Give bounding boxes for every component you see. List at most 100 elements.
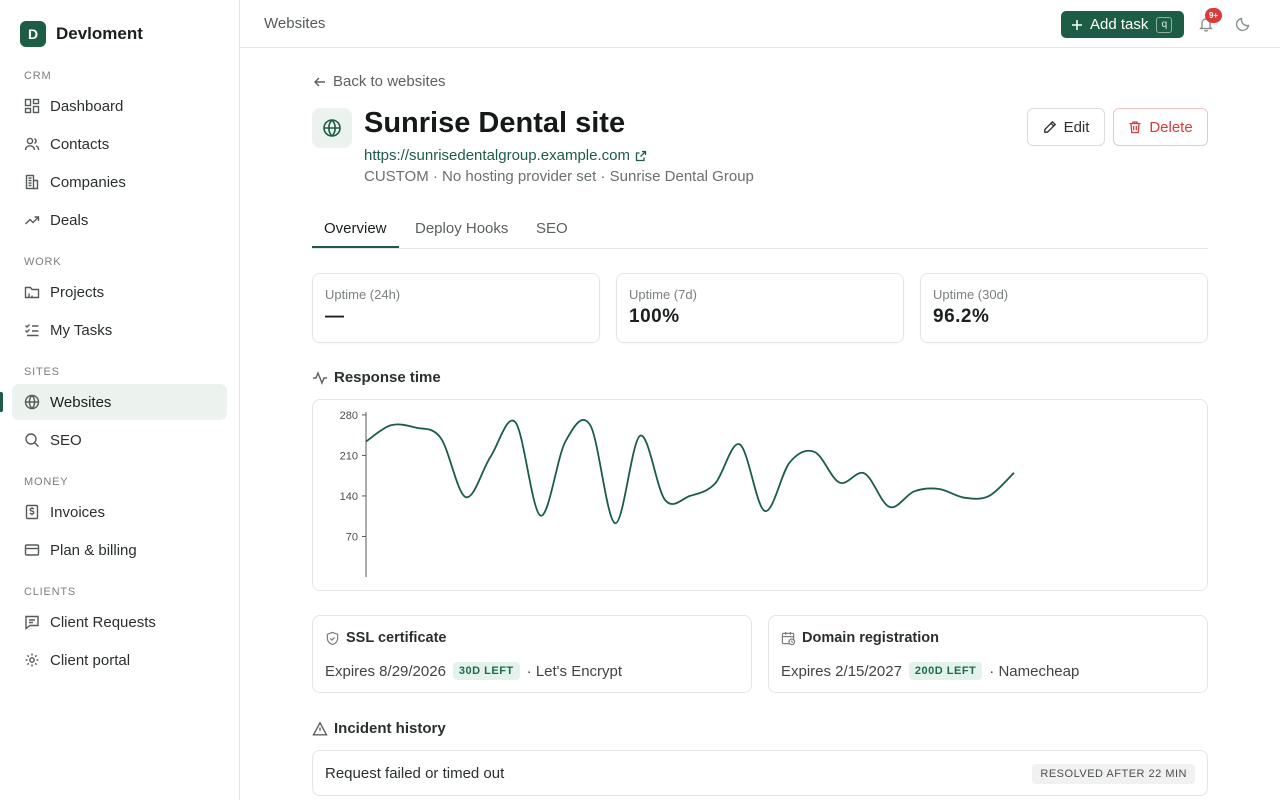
trash-icon — [1129, 121, 1141, 134]
domain-days-left-badge: 200D LEFT — [908, 662, 983, 680]
response-time-title: Response time — [334, 369, 441, 386]
gear-icon — [25, 653, 39, 667]
delete-button-label: Delete — [1149, 118, 1193, 136]
ssl-provider: · Let's Encrypt — [526, 662, 623, 680]
tab-deploy-hooks[interactable]: Deploy Hooks — [415, 220, 508, 237]
domain-card-header: Domain registration — [781, 630, 939, 646]
sidebar-item-label: Companies — [50, 173, 126, 191]
back-to-websites-link[interactable]: Back to websites — [313, 73, 446, 90]
folder-icon — [24, 286, 40, 299]
active-tab-underline — [312, 246, 399, 248]
sidebar-item-label: Projects — [50, 283, 105, 301]
stat-label: Uptime (24h) — [325, 287, 401, 302]
moon-icon[interactable] — [1235, 16, 1251, 32]
tab-overview[interactable]: Overview — [324, 220, 387, 237]
incident-history-heading: Incident history — [312, 720, 446, 737]
site-url-text: https://sunrisedentalgroup.example.com — [364, 147, 630, 164]
sidebar-item-label: Websites — [50, 393, 112, 411]
sidebar-item-invoices[interactable]: Invoices — [12, 494, 227, 530]
stat-value: 96.2% — [933, 306, 990, 327]
y-tick-label: 70 — [346, 531, 358, 543]
incident-row[interactable]: Request failed or timed out RESOLVED AFT… — [312, 750, 1208, 796]
add-task-button[interactable]: Add task q — [1061, 11, 1184, 38]
users-icon — [24, 137, 40, 151]
warning-icon — [312, 720, 328, 735]
tab-bar: Overview Deploy Hooks SEO — [312, 210, 1208, 249]
sidebar-item-my-tasks[interactable]: My Tasks — [12, 312, 227, 348]
sidebar-item-deals[interactable]: Deals — [12, 202, 227, 238]
response-time-series-line — [365, 419, 1015, 525]
sidebar-item-label: Plan & billing — [50, 541, 137, 559]
sidebar-item-plan-billing[interactable]: Plan & billing — [12, 532, 227, 568]
nav-section-sites: SITES — [24, 366, 60, 378]
stat-card-uptime-7d: Uptime (7d) 100% — [616, 273, 904, 343]
sidebar-item-client-portal[interactable]: Client portal — [12, 642, 227, 678]
checklist-icon — [25, 324, 39, 337]
site-icon — [312, 108, 352, 148]
domain-registration-card: Domain registration Expires 2/15/2027 20… — [768, 615, 1208, 693]
site-meta: CUSTOM · No hosting provider set · Sunri… — [364, 168, 754, 185]
sidebar-item-label: Invoices — [50, 503, 106, 521]
shield-icon — [326, 631, 339, 645]
topbar-title: Websites — [264, 15, 326, 32]
message-icon — [25, 615, 39, 630]
sidebar-item-label: Client Requests — [50, 613, 156, 631]
trending-up-icon — [25, 216, 40, 225]
sidebar-item-websites[interactable]: Websites — [12, 384, 227, 420]
keyboard-shortcut: q — [1156, 16, 1173, 33]
delete-button[interactable]: Delete — [1113, 108, 1208, 146]
incident-text: Request failed or timed out — [325, 765, 505, 782]
sidebar-item-label: Dashboard — [50, 97, 124, 115]
add-task-label: Add task — [1090, 16, 1149, 33]
domain-expires: Expires 2/15/2027 — [781, 662, 902, 680]
ssl-card-header: SSL certificate — [325, 630, 446, 646]
globe-icon — [24, 394, 40, 410]
stat-card-uptime-30d: Uptime (30d) 96.2% — [920, 273, 1208, 343]
nav-section-work: WORK — [24, 256, 62, 268]
sidebar-item-contacts[interactable]: Contacts — [12, 126, 227, 162]
response-time-chart-card: 70 140 210 280 — [312, 399, 1208, 591]
stat-value: — — [325, 306, 345, 327]
nav-section-clients: CLIENTS — [24, 586, 77, 598]
dashboard-icon — [24, 98, 40, 114]
back-link-label: Back to websites — [333, 73, 446, 90]
edit-button-label: Edit — [1063, 118, 1090, 136]
domain-provider: · Namecheap — [989, 662, 1080, 680]
y-tick-label: 140 — [340, 491, 358, 503]
domain-card-title: Domain registration — [802, 630, 939, 646]
sidebar-item-companies[interactable]: Companies — [12, 164, 227, 200]
ssl-expires: Expires 8/29/2026 — [325, 662, 446, 680]
nav-section-crm: CRM — [24, 70, 52, 82]
sidebar-item-client-requests[interactable]: Client Requests — [12, 604, 227, 640]
stat-label: Uptime (30d) — [933, 287, 1009, 302]
search-icon — [25, 433, 39, 447]
y-tick-label: 280 — [340, 410, 358, 422]
active-indicator — [0, 392, 3, 412]
building-icon — [25, 174, 39, 190]
page-title: Sunrise Dental site — [364, 107, 626, 139]
tab-seo[interactable]: SEO — [536, 220, 568, 237]
stat-value: 100% — [629, 306, 680, 327]
ssl-card-title: SSL certificate — [346, 630, 447, 646]
pencil-icon — [1043, 120, 1056, 133]
sidebar: D Devloment CRM Dashboard Contacts Compa… — [0, 0, 240, 800]
credit-card-icon — [24, 544, 40, 556]
plus-icon — [1072, 19, 1082, 30]
sidebar-item-dashboard[interactable]: Dashboard — [12, 88, 227, 124]
sidebar-item-label: Deals — [50, 211, 89, 229]
response-time-heading: Response time — [312, 369, 441, 386]
stat-label: Uptime (7d) — [629, 287, 697, 302]
sidebar-item-label: Client portal — [50, 651, 131, 669]
domain-card-body: Expires 2/15/2027 200D LEFT · Namecheap — [781, 662, 1079, 680]
sidebar-item-projects[interactable]: Projects — [12, 274, 227, 310]
ssl-card-body: Expires 8/29/2026 30D LEFT · Let's Encry… — [325, 662, 622, 680]
incident-status-badge: RESOLVED AFTER 22 MIN — [1032, 764, 1195, 784]
calendar-clock-icon — [781, 631, 796, 645]
brand[interactable]: D Devloment — [20, 21, 143, 47]
stat-card-uptime-24h: Uptime (24h) — — [312, 273, 600, 343]
sidebar-item-label: My Tasks — [50, 321, 113, 339]
site-url-link[interactable]: https://sunrisedentalgroup.example.com — [364, 147, 647, 164]
sidebar-item-seo[interactable]: SEO — [12, 422, 227, 458]
response-time-chart: 70 140 210 280 — [340, 410, 1015, 577]
edit-button[interactable]: Edit — [1027, 108, 1105, 146]
